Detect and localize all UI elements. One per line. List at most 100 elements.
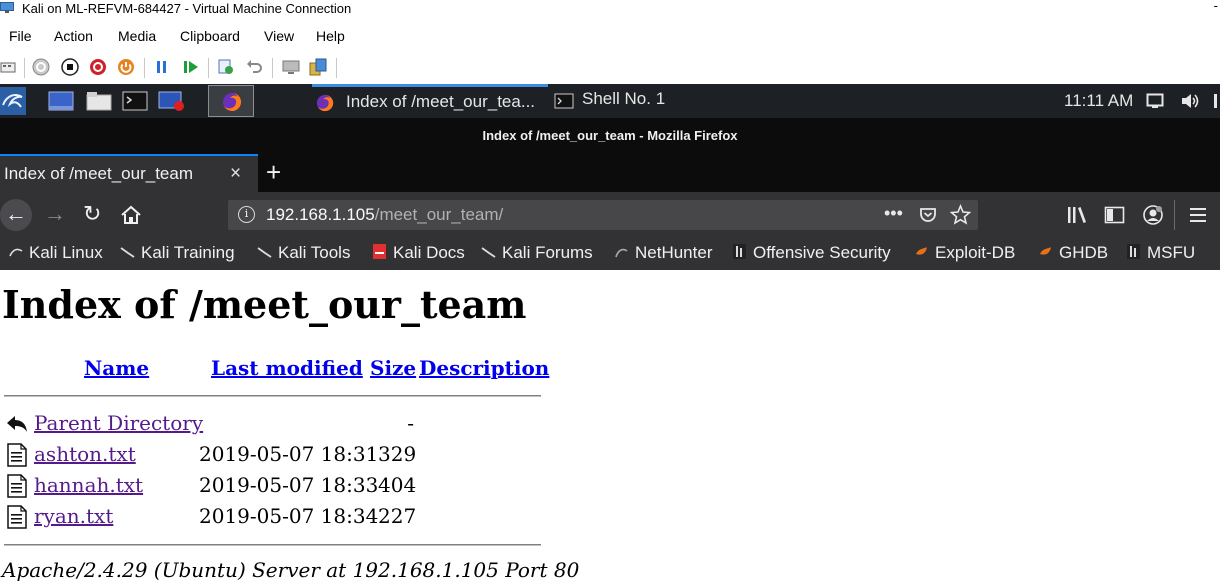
reload-button[interactable]: ↻ — [83, 202, 101, 226]
start-vm-icon[interactable] — [32, 58, 50, 76]
table-row: hannah.txt 2019-05-07 18:33 404 — [0, 472, 560, 500]
server-signature: Apache/2.4.29 (Ubuntu) Server at 192.168… — [2, 558, 580, 582]
checkpoint-icon[interactable] — [217, 58, 235, 76]
bookmark-ghdb[interactable]: GHDB — [1038, 243, 1108, 263]
vm-monitor-icon — [0, 2, 14, 13]
bookmark-kali-tools[interactable]: Kali Tools — [257, 243, 350, 263]
offsec-icon — [1127, 244, 1140, 259]
offsec-icon — [733, 244, 746, 259]
tab-title: Index of /meet_our_team — [4, 164, 194, 183]
url-host: 192.168.1.105 — [266, 205, 375, 224]
address-bar[interactable]: i 192.168.1.105/meet_our_team/ ••• — [228, 200, 978, 230]
parent-directory-link[interactable]: Parent Directory — [34, 411, 203, 435]
bookmark-exploit-db[interactable]: Exploit-DB — [914, 243, 1015, 263]
page-content: Index of /meet_our_team Name Last modifi… — [0, 270, 1220, 584]
taskbar-shell-window[interactable]: Shell No. 1 — [552, 87, 692, 121]
exploitdb-icon — [916, 247, 927, 255]
bookmark-kali-forums[interactable]: Kali Forums — [481, 243, 593, 263]
vm-menu-file[interactable]: File — [9, 28, 32, 44]
kali-docs-icon — [373, 244, 386, 259]
bookmark-star-icon[interactable] — [950, 204, 971, 225]
new-tab-button[interactable]: + — [266, 157, 281, 188]
menu-hamburger-icon[interactable] — [1188, 206, 1208, 224]
page-title: Index of /meet_our_team — [2, 282, 527, 327]
kali-dragon-icon — [257, 247, 272, 258]
vm-toolbar — [0, 52, 1220, 82]
library-icon[interactable] — [1066, 205, 1088, 225]
file-size: - — [407, 411, 414, 435]
power-menu-icon[interactable] — [1212, 93, 1220, 109]
divider — [4, 395, 541, 397]
terminal-launcher-icon[interactable] — [122, 91, 148, 111]
taskbar-window-label: Shell No. 1 — [582, 89, 666, 108]
vm-menu-media[interactable]: Media — [118, 28, 156, 44]
file-size: 227 — [378, 504, 417, 528]
vm-menu-bar: File Action Media Clipboard View Help — [0, 22, 1220, 50]
table-row: ryan.txt 2019-05-07 18:34 227 — [0, 503, 560, 531]
ctrl-alt-del-icon[interactable] — [0, 58, 18, 76]
kali-dragon-icon — [9, 248, 23, 257]
page-actions-icon[interactable]: ••• — [884, 203, 903, 224]
turn-off-icon[interactable] — [61, 58, 79, 76]
shutdown-icon[interactable] — [89, 58, 107, 76]
file-link[interactable]: ryan.txt — [34, 504, 113, 528]
firefox-icon — [316, 94, 334, 112]
vm-menu-action[interactable]: Action — [54, 28, 93, 44]
kali-dragon-icon — [120, 247, 135, 258]
divider — [4, 544, 541, 546]
url-path: /meet_our_team/ — [374, 205, 504, 224]
bookmark-kali-linux[interactable]: Kali Linux — [8, 243, 103, 263]
vm-menu-view[interactable]: View — [264, 28, 294, 44]
resume-icon[interactable] — [182, 58, 200, 76]
account-icon[interactable] — [1142, 204, 1164, 226]
kali-menu-icon[interactable] — [0, 87, 26, 115]
exploitdb-icon — [1040, 247, 1051, 255]
vm-menu-clipboard[interactable]: Clipboard — [180, 28, 240, 44]
display-icon[interactable] — [1146, 93, 1164, 109]
column-header-name[interactable]: Name — [84, 356, 149, 380]
power-icon[interactable] — [117, 58, 135, 76]
column-header-last-modified[interactable]: Last modified — [211, 356, 363, 380]
parent-directory-row: Parent Directory - — [0, 410, 560, 438]
file-date: 2019-05-07 18:33 — [199, 473, 379, 497]
file-date: 2019-05-07 18:31 — [199, 442, 379, 466]
pocket-icon[interactable] — [918, 205, 938, 225]
pause-icon[interactable] — [153, 58, 171, 76]
firefox-title-bar: Index of /meet_our_team - Mozilla Firefo… — [0, 118, 1220, 154]
file-size: 329 — [378, 442, 417, 466]
tab-close-icon[interactable]: × — [230, 163, 241, 185]
file-date: 2019-05-07 18:34 — [199, 504, 379, 528]
file-manager-icon[interactable] — [86, 91, 112, 111]
firefox-launcher-button[interactable] — [208, 85, 254, 117]
table-row: ashton.txt 2019-05-07 18:31 329 — [0, 441, 560, 469]
home-icon[interactable] — [120, 205, 142, 225]
desktop-icon[interactable] — [48, 91, 74, 111]
sidebar-icon[interactable] — [1104, 205, 1125, 225]
vm-minimize-button[interactable]: - — [1214, 0, 1218, 13]
share-icon[interactable] — [309, 58, 327, 76]
screen-record-icon[interactable] — [158, 91, 184, 111]
bookmark-nethunter[interactable]: NetHunter — [614, 243, 712, 263]
enhanced-session-icon[interactable] — [282, 58, 300, 76]
volume-icon[interactable] — [1180, 92, 1200, 110]
vm-window-title: Kali on ML-REFVM-684427 - Virtual Machin… — [22, 1, 352, 16]
column-header-size[interactable]: Size — [370, 356, 416, 380]
taskbar-firefox-window[interactable]: Index of /meet_our_tea... — [312, 84, 548, 118]
url-text[interactable]: 192.168.1.105/meet_our_team/ — [266, 205, 503, 225]
text-file-icon — [7, 443, 27, 467]
back-arrow-icon — [7, 416, 27, 432]
bookmark-kali-docs[interactable]: Kali Docs — [372, 243, 465, 263]
info-icon[interactable]: i — [238, 206, 255, 223]
browser-tab-active[interactable]: Index of /meet_our_team × — [0, 154, 258, 192]
clock[interactable]: 11:11 AM — [1064, 91, 1133, 111]
bookmark-kali-training[interactable]: Kali Training — [120, 243, 235, 263]
bookmark-offensive-security[interactable]: Offensive Security — [732, 243, 891, 263]
bookmark-msfu[interactable]: MSFU — [1126, 243, 1195, 263]
forward-button[interactable]: → — [44, 202, 66, 226]
file-link[interactable]: ashton.txt — [34, 442, 136, 466]
file-link[interactable]: hannah.txt — [34, 473, 143, 497]
column-header-description[interactable]: Description — [419, 356, 549, 380]
back-button[interactable]: ← — [0, 199, 32, 231]
revert-icon[interactable] — [246, 58, 264, 76]
vm-menu-help[interactable]: Help — [316, 28, 345, 44]
